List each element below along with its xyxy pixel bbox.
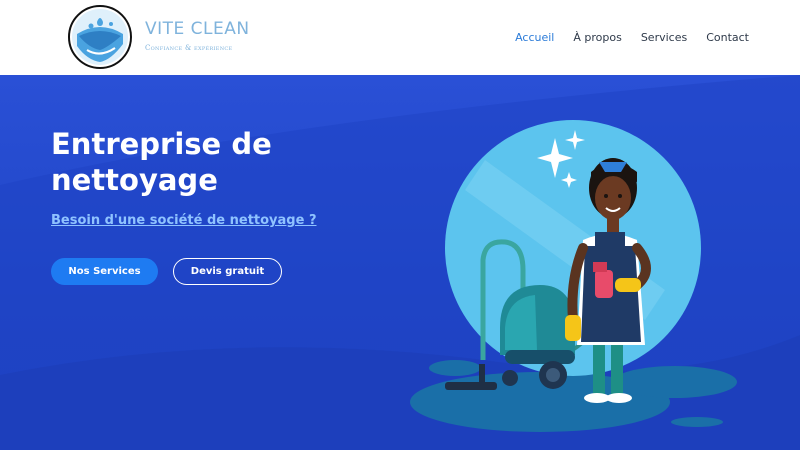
cleaning-lady-illustration [410,120,737,432]
glove [565,315,581,341]
brand-name[interactable]: VITE CLEAN [145,19,250,39]
face [595,176,631,220]
free-quote-button[interactable]: Devis gratuit [173,258,282,285]
floor-puddle [429,360,481,376]
nav-item-a-propos[interactable]: À propos [573,31,621,44]
main-nav: Accueil À propos Services Contact [515,31,749,44]
brand-tagline: Confiance & expérience [145,44,233,52]
hero-link[interactable]: Besoin d'une société de nettoyage ? [51,213,317,228]
nav-item-accueil[interactable]: Accueil [515,31,554,44]
logo-icon[interactable] [67,4,133,70]
floor-puddle [613,366,737,398]
nav-item-contact[interactable]: Contact [706,31,749,44]
spray-bottle [595,270,613,298]
hero-title: Entreprise de nettoyage [51,127,272,197]
site-header: VITE CLEAN Confiance & expérience Accuei… [0,0,800,75]
services-button[interactable]: Nos Services [51,258,158,285]
floor-puddle [671,417,723,427]
hero-section: Entreprise de nettoyage Besoin d'une soc… [0,75,800,450]
glove [615,278,641,292]
nav-item-services[interactable]: Services [641,31,687,44]
